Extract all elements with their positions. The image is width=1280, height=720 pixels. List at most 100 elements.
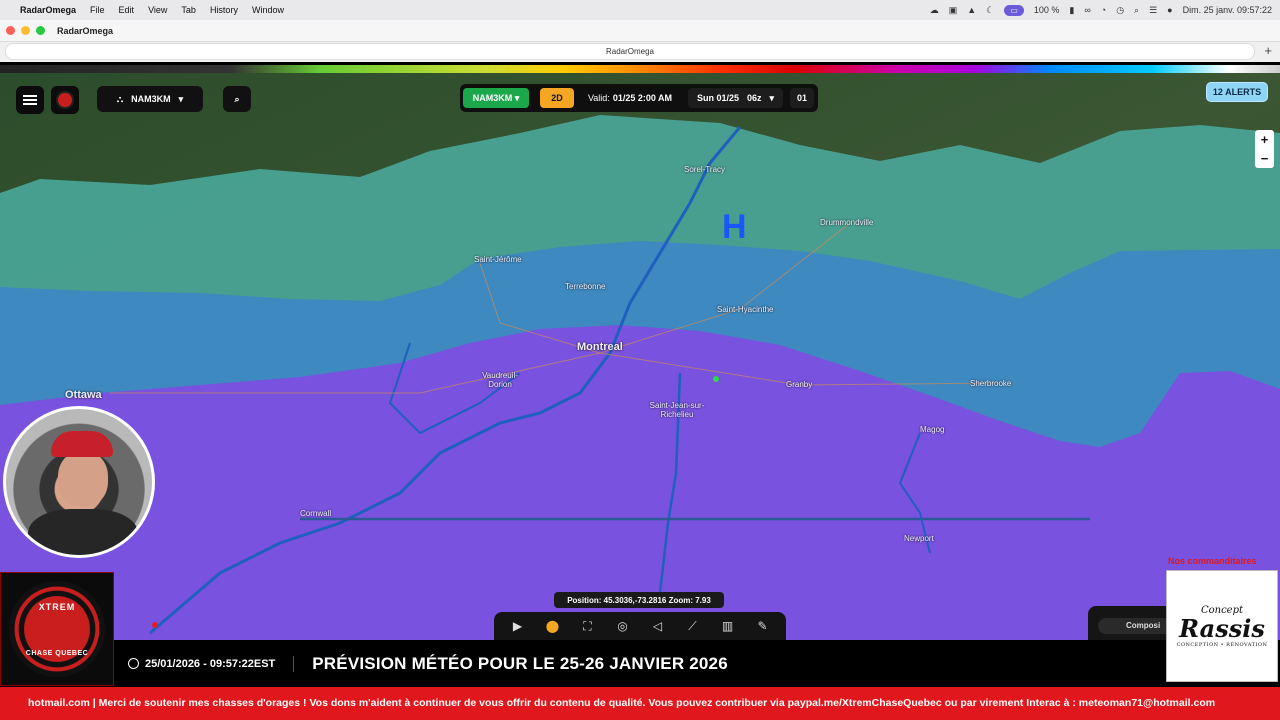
menu-icon [23, 95, 37, 105]
logo-text-bottom: CHASE QUEBEC [25, 649, 89, 657]
siri-icon[interactable]: ● [1167, 5, 1172, 15]
map-layers-icon[interactable]: ▥ [715, 619, 741, 633]
forecast-control-bar: NAM3KM ▾ 2D Valid: 01/25 2:00 AM Sun 01/… [460, 84, 818, 112]
moon-icon[interactable]: ☾ [986, 5, 994, 16]
valid-time-value: 01/25 2:00 AM [612, 93, 673, 103]
model-chip-button[interactable]: NAM3KM ▾ [463, 88, 529, 108]
map-toolbar: ▶ ⬤ ⛶ ◎ ◁ ⟋ ▥ ✎ [494, 612, 786, 640]
radaromega-logo-icon [56, 91, 74, 109]
model-selector-button[interactable]: ⛬ NAM3KM ▾ [97, 86, 203, 112]
model-run-selector[interactable]: Sun 01/25 06z ▾ [688, 88, 783, 108]
ruler-icon[interactable]: ⟋ [680, 619, 706, 634]
crosshair-icon[interactable]: ◎ [610, 619, 636, 633]
zoom-in-button[interactable]: + [1255, 130, 1274, 149]
screen: RadarOmega File Edit View Tab History Wi… [0, 0, 1280, 720]
address-bar[interactable]: RadarOmega [5, 43, 1255, 60]
weather-map[interactable]: H Sorel-Tracy Drummondville Saint-Jérôme… [0, 73, 1280, 640]
city-label: Granby [786, 380, 813, 389]
stream-timestamp: 25/01/2026 - 09:57:22EST [128, 658, 275, 670]
webcam-cap [51, 431, 113, 457]
channel-logo-emblem: XTREM CHASE QUEBEC [9, 581, 105, 677]
hamburger-menu-button[interactable] [16, 86, 44, 114]
color-scale-bar [0, 65, 1280, 73]
menu-app-name[interactable]: RadarOmega [20, 5, 76, 15]
cloud-icon[interactable]: ☁ [930, 5, 939, 16]
high-pressure-marker: H [722, 208, 747, 246]
menu-file[interactable]: File [90, 5, 105, 15]
model-chip-label: NAM3KM [472, 93, 513, 103]
map-canvas[interactable] [0, 73, 1280, 640]
city-label: Cornwall [300, 509, 332, 518]
window-title: RadarOmega [57, 25, 114, 36]
city-label: Drummondville [820, 218, 874, 227]
zoom-window-button[interactable] [36, 26, 45, 35]
city-label: Sherbrooke [970, 379, 1012, 388]
play-icon[interactable]: ▶ [505, 619, 531, 633]
screen-share-icon[interactable]: ▭ [1004, 4, 1024, 16]
city-label: Saint-Hyacinthe [717, 305, 774, 314]
zoom-control: + − [1255, 130, 1274, 168]
city-label: Terrebonne [565, 282, 606, 291]
battery-icon[interactable]: ▮ [1069, 5, 1074, 16]
chevron-down-icon: ▾ [769, 92, 775, 103]
menu-view[interactable]: View [148, 5, 167, 15]
link-icon[interactable]: ∞ [1084, 5, 1090, 15]
status-area: ☁ ▣ ▲ ☾ ▭ 100 % ▮ ∞ ◔ ◷ ⌕ ☰ ● Dim. 25 ja… [930, 4, 1272, 16]
chevron-down-icon: ▾ [178, 93, 184, 104]
new-tab-button[interactable]: + [1264, 43, 1272, 58]
location-marker[interactable] [713, 376, 719, 382]
control-center-icon[interactable]: ☰ [1149, 5, 1157, 16]
menu-datetime[interactable]: Dim. 25 janv. 09:57:22 [1183, 5, 1272, 15]
valid-time-display: Valid: 01/25 2:00 AM [580, 88, 680, 108]
city-label: Saint-Jérôme [474, 255, 522, 264]
position-readout: Position: 45.3036,-73.2816 Zoom: 7.93 [554, 592, 724, 608]
sponsor-line-3: CONCEPTION • RÉNOVATION [1176, 641, 1268, 648]
menu-bar: RadarOmega File Edit View Tab History Wi… [0, 0, 1280, 20]
menu-window[interactable]: Window [252, 5, 284, 15]
sponsor-logo: Concept Rassis CONCEPTION • RÉNOVATION [1166, 570, 1278, 682]
timestamp-text: 25/01/2026 - 09:57:22EST [145, 657, 276, 670]
marker-red[interactable] [152, 622, 158, 628]
logo-text-top: XTREM [38, 601, 76, 612]
city-label-ottawa: Ottawa [65, 389, 102, 401]
channel-logo: XTREM CHASE QUEBEC [0, 572, 114, 686]
composite-panel[interactable]: Composi [1088, 606, 1178, 640]
view-mode-button[interactable]: 2D [540, 88, 574, 108]
city-label: Saint-Jean-sur-Richelieu [649, 401, 705, 419]
app-logo-button[interactable] [51, 86, 79, 114]
sponsor-line-2: Rassis [1179, 613, 1265, 643]
run-hour: 06z [746, 93, 762, 103]
alerts-button[interactable]: 12 ALERTS [1206, 82, 1268, 102]
stream-headline: PRÉVISION MÉTÉO POUR LE 25-26 JANVIER 20… [312, 653, 728, 673]
forecast-step-button[interactable]: 01 [790, 88, 814, 108]
wifi-icon[interactable]: ◔ [1101, 5, 1106, 15]
donation-ticker: hotmail.com | Merci de soutenir mes chas… [0, 687, 1280, 720]
close-window-button[interactable] [6, 26, 15, 35]
sponsors-label: Nos commanditaires [1168, 556, 1257, 566]
menu-edit[interactable]: Edit [119, 5, 135, 15]
display-icon[interactable]: ▣ [949, 5, 958, 16]
chevron-down-icon: ▾ [514, 92, 520, 103]
search-button[interactable]: ⌕ [223, 86, 251, 112]
clock-icon[interactable]: ◷ [1116, 5, 1124, 16]
polygon-icon[interactable]: ◁ [645, 619, 671, 633]
menu-tab[interactable]: Tab [181, 5, 196, 15]
location-pin-icon[interactable]: ⬤ [540, 619, 566, 633]
webcam-feed [3, 406, 155, 558]
search-icon[interactable]: ⌕ [1134, 5, 1139, 16]
webcam-shirt [28, 509, 138, 555]
city-label: Newport [904, 534, 934, 543]
valid-time-label: Valid: [587, 93, 610, 103]
screenshot-icon[interactable]: ⛶ [575, 619, 601, 634]
pencil-icon[interactable]: ✎ [750, 619, 776, 633]
webcam-face [58, 451, 108, 507]
run-day: Sun 01/25 [696, 93, 739, 103]
tab-bar: RadarOmega + [0, 42, 1280, 62]
window-title-bar: RadarOmega [0, 20, 1280, 42]
zoom-out-button[interactable]: − [1255, 149, 1274, 168]
triangle-icon[interactable]: ▲ [967, 5, 976, 15]
battery-percent: 100 % [1033, 5, 1060, 15]
minimize-window-button[interactable] [21, 26, 30, 35]
menu-history[interactable]: History [210, 5, 238, 15]
city-label: Sorel-Tracy [684, 165, 726, 174]
